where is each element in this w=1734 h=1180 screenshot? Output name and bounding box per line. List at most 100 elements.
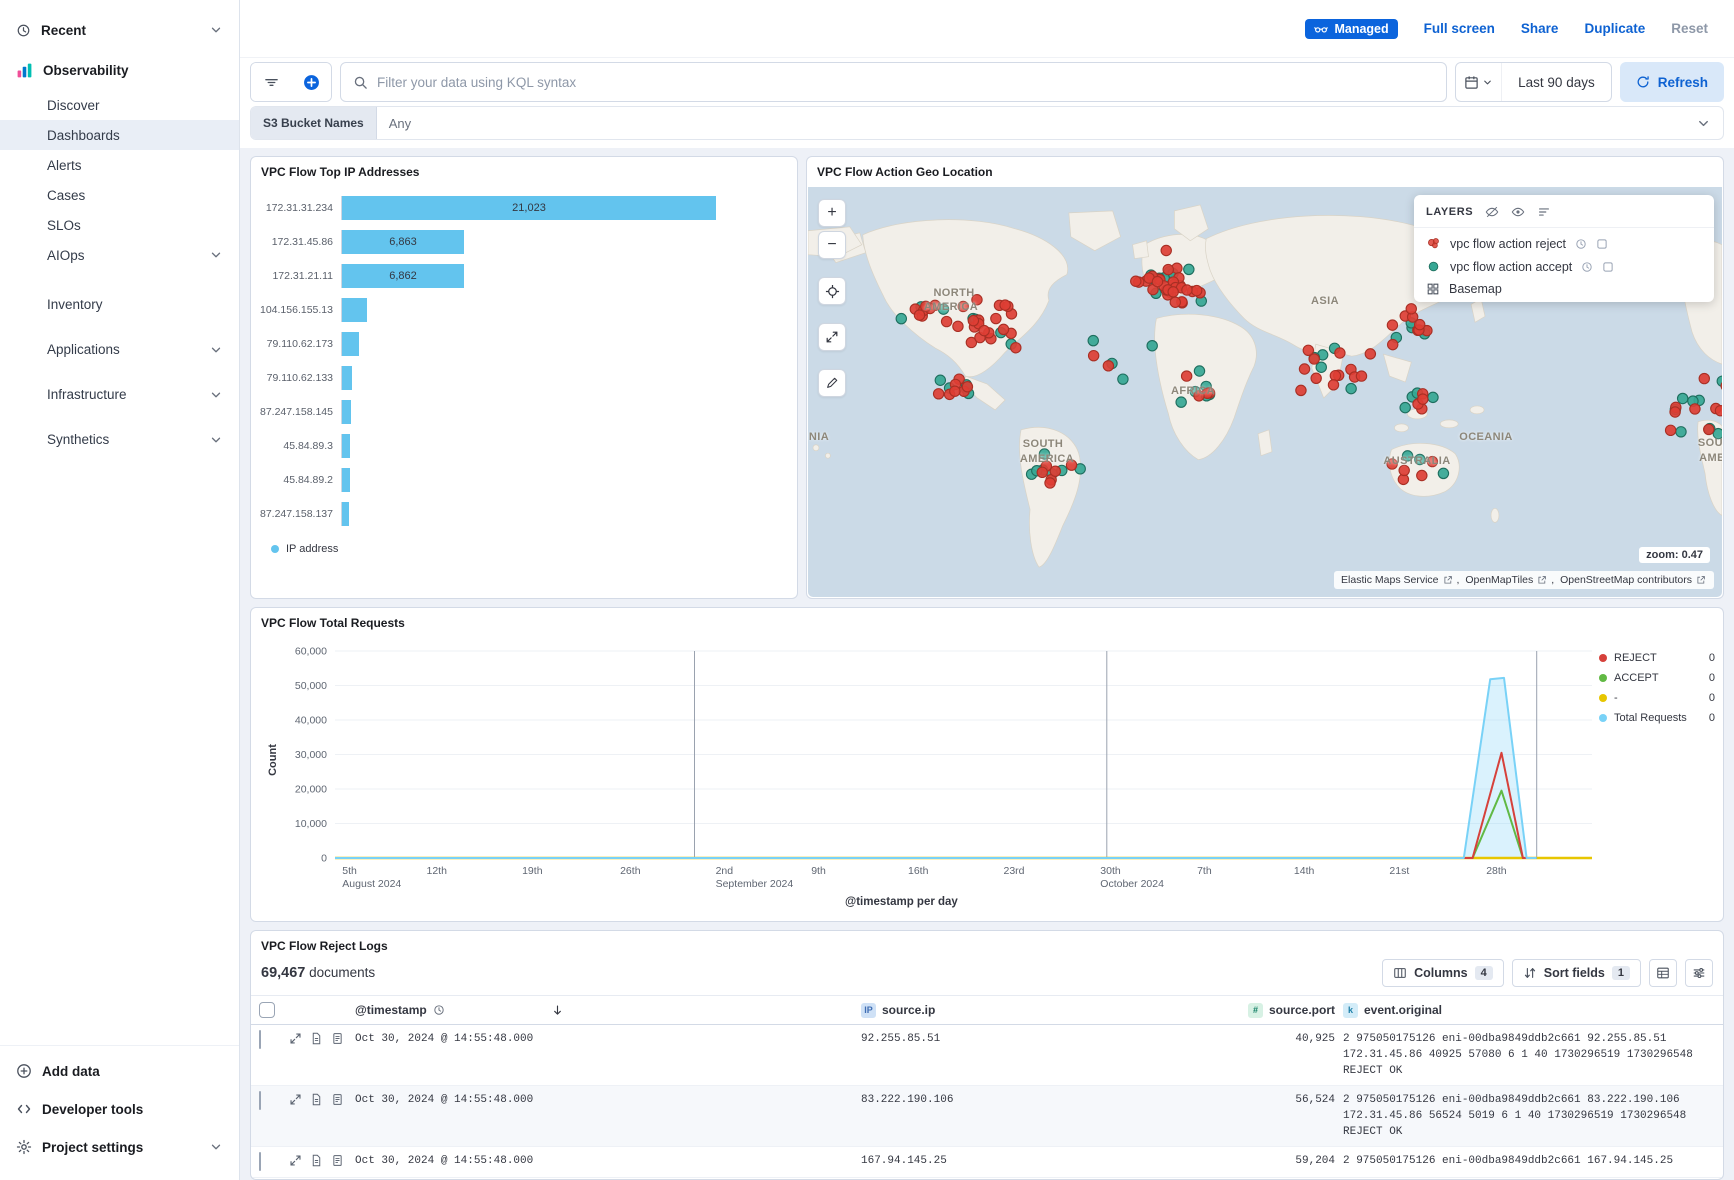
doc-details-icon[interactable]: [331, 1093, 344, 1106]
row-checkbox[interactable]: [259, 1091, 261, 1110]
refresh-button[interactable]: Refresh: [1620, 62, 1724, 102]
chart-legend[interactable]: IP address: [271, 543, 797, 555]
legend-label: Total Requests: [1614, 712, 1687, 724]
bar[interactable]: [342, 298, 367, 322]
draw-tools-button[interactable]: [818, 369, 846, 397]
table-row[interactable]: Oct 30, 2024 @ 14:55:48.000 83.222.190.1…: [251, 1086, 1723, 1147]
reset-button[interactable]: Reset: [1671, 21, 1708, 36]
sidebar-item-dashboards[interactable]: Dashboards: [0, 120, 239, 150]
legend-dot: [271, 545, 279, 553]
display-options-button[interactable]: [1685, 959, 1713, 987]
eye-closed-icon[interactable]: [1485, 205, 1499, 219]
filter-pill-value[interactable]: Any: [377, 116, 423, 131]
expand-row-icon[interactable]: [289, 1154, 302, 1167]
legend-item--[interactable]: -0: [1599, 688, 1715, 708]
doc-details-icon[interactable]: [331, 1032, 344, 1045]
column-header-timestamp[interactable]: @timestamp: [355, 1003, 861, 1017]
panel-title: VPC Flow Top IP Addresses: [251, 157, 797, 183]
column-header-source-port[interactable]: # source.port: [1247, 1003, 1343, 1018]
sidebar-item-inventory[interactable]: Inventory: [0, 282, 239, 327]
attribution-link[interactable]: OpenMapTiles: [1465, 574, 1533, 586]
sidebar-item-developer-tools[interactable]: Developer tools: [0, 1090, 239, 1128]
chevron-down-icon[interactable]: [1696, 116, 1711, 131]
sidebar-item-alerts[interactable]: Alerts: [0, 150, 239, 180]
attribution-link[interactable]: OpenStreetMap contributors: [1560, 574, 1692, 586]
sidebar-item-applications[interactable]: Applications: [0, 327, 239, 372]
doc-view-icon[interactable]: [310, 1032, 323, 1045]
legend-item-reject[interactable]: REJECT0: [1599, 648, 1715, 668]
bar[interactable]: [342, 434, 350, 458]
kql-search-input[interactable]: [377, 75, 1434, 90]
row-checkbox[interactable]: [259, 1152, 261, 1171]
columns-button[interactable]: Columns 4: [1382, 959, 1504, 987]
select-all-checkbox[interactable]: [259, 1002, 275, 1018]
layer-checkbox[interactable]: [1596, 238, 1608, 250]
attribution-link[interactable]: Elastic Maps Service: [1341, 574, 1438, 586]
svg-text:August 2024: August 2024: [342, 878, 401, 890]
row-checkbox[interactable]: [259, 1030, 261, 1049]
sort-descending-icon[interactable]: [551, 1004, 564, 1017]
set-view-button[interactable]: [818, 277, 846, 305]
filter-pill-label[interactable]: S3 Bucket Names: [251, 107, 377, 139]
managed-badge[interactable]: Managed: [1305, 19, 1397, 39]
fit-to-data-button[interactable]: [818, 323, 846, 351]
calendar-button[interactable]: [1456, 63, 1502, 101]
time-range-value[interactable]: Last 90 days: [1502, 75, 1611, 90]
zoom-out-button[interactable]: −: [818, 231, 846, 259]
bar-row: 79.110.62.173: [251, 327, 797, 361]
bar[interactable]: [342, 468, 350, 492]
chevron-down-icon: [209, 343, 223, 357]
sidebar-item-aiops[interactable]: AIOps: [0, 240, 239, 270]
full-screen-button[interactable]: Full screen: [1424, 21, 1495, 36]
doc-view-icon[interactable]: [310, 1154, 323, 1167]
bar[interactable]: [342, 502, 349, 526]
bar[interactable]: [342, 366, 352, 390]
svg-text:60,000: 60,000: [295, 646, 327, 658]
add-filter-button[interactable]: [291, 63, 331, 101]
map-continent-label: AUSTRALIA: [1383, 455, 1450, 467]
column-header-event-original[interactable]: k event.original: [1343, 1003, 1715, 1018]
legend-item-accept[interactable]: ACCEPT0: [1599, 668, 1715, 688]
eye-icon[interactable]: [1511, 205, 1525, 219]
expand-row-icon[interactable]: [289, 1093, 302, 1106]
column-header-source-ip[interactable]: IP source.ip: [861, 1003, 1247, 1018]
share-button[interactable]: Share: [1521, 21, 1559, 36]
table-row[interactable]: Oct 30, 2024 @ 14:55:48.000 92.255.85.51…: [251, 1025, 1723, 1086]
sidebar-item-label: Dashboards: [47, 128, 120, 143]
bar[interactable]: [342, 332, 359, 356]
sidebar-item-discover[interactable]: Discover: [0, 90, 239, 120]
legend-value: 0: [1709, 692, 1715, 704]
layer-order-icon[interactable]: [1537, 205, 1551, 219]
svg-text:September 2024: September 2024: [716, 878, 794, 890]
expand-row-icon[interactable]: [289, 1032, 302, 1045]
table-row[interactable]: Oct 30, 2024 @ 14:55:48.000 167.94.145.2…: [251, 1147, 1723, 1178]
zoom-in-button[interactable]: +: [818, 199, 846, 227]
svg-text:5th: 5th: [342, 865, 357, 877]
sidebar-section-observability[interactable]: Observability: [0, 50, 239, 90]
sort-fields-button[interactable]: Sort fields 1: [1512, 959, 1641, 987]
sidebar-item-project-settings[interactable]: Project settings: [0, 1128, 239, 1166]
sidebar-item-slos[interactable]: SLOs: [0, 210, 239, 240]
duplicate-button[interactable]: Duplicate: [1584, 21, 1645, 36]
chevron-down-icon[interactable]: [209, 23, 223, 37]
sidebar-item-add-data[interactable]: Add data: [0, 1052, 239, 1090]
world-map[interactable]: NORTHAMERICASOUTHAMERICAAFRICAASIAOCEANI…: [808, 187, 1722, 597]
filter-options-button[interactable]: [251, 63, 291, 101]
layer-item-vpc-flow-action-reject[interactable]: vpc flow action reject: [1414, 228, 1714, 251]
sidebar-item-infrastructure[interactable]: Infrastructure: [0, 372, 239, 417]
layer-checkbox[interactable]: [1602, 261, 1614, 273]
legend-item-total-requests[interactable]: Total Requests0: [1599, 708, 1715, 728]
bar-category-label: 172.31.21.11: [251, 270, 341, 282]
timestamp-cell: Oct 30, 2024 @ 14:55:48.000: [355, 1031, 861, 1047]
plus-circle-icon: [303, 74, 320, 91]
sidebar-item-recent[interactable]: Recent: [0, 10, 239, 50]
bar[interactable]: [342, 400, 351, 424]
sidebar-item-synthetics[interactable]: Synthetics: [0, 417, 239, 462]
event-original-cell: 2 975050175126 eni-00dba9849ddb2c661 92.…: [1343, 1031, 1715, 1079]
layer-item-vpc-flow-action-accept[interactable]: vpc flow action accept: [1414, 251, 1714, 274]
layer-item-basemap[interactable]: Basemap: [1414, 274, 1714, 296]
sidebar-item-cases[interactable]: Cases: [0, 180, 239, 210]
doc-view-icon[interactable]: [310, 1093, 323, 1106]
display-grid-button[interactable]: [1649, 959, 1677, 987]
doc-details-icon[interactable]: [331, 1154, 344, 1167]
